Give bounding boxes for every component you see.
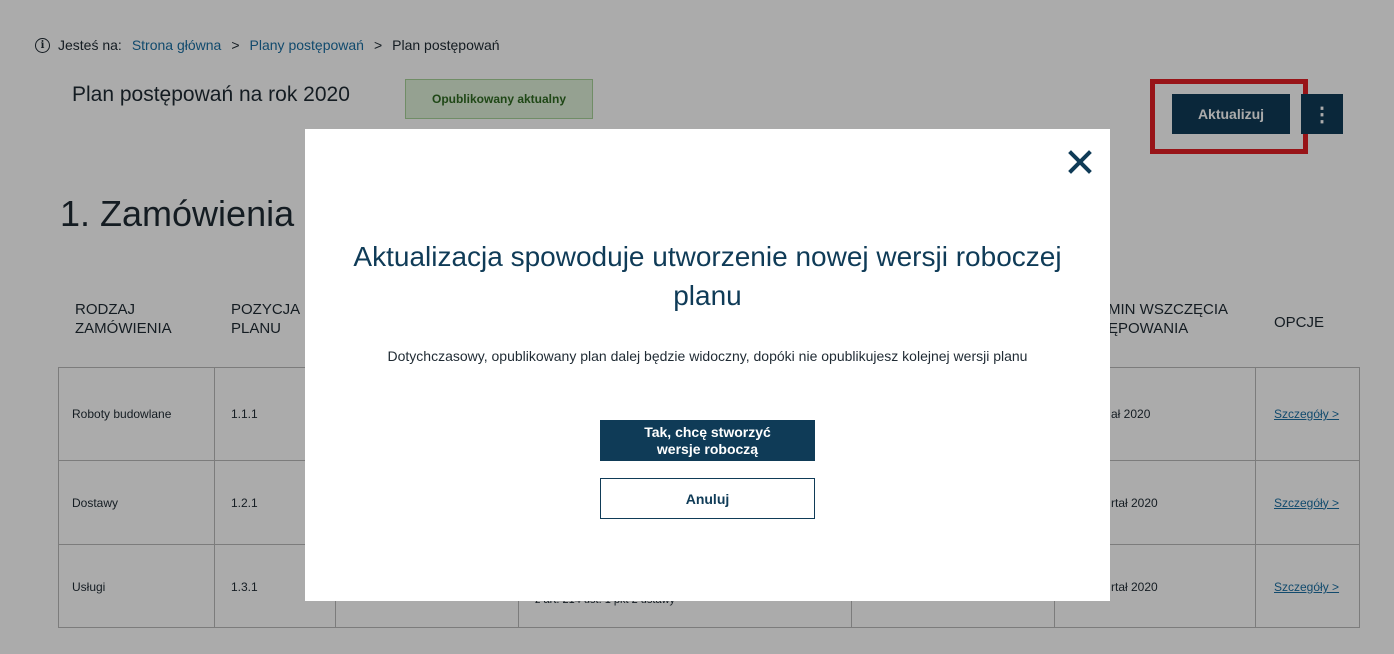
confirm-create-draft-button[interactable]: Tak, chcę stworzyć wersje roboczą [600, 420, 815, 461]
cancel-button[interactable]: Anuluj [600, 478, 815, 519]
close-icon[interactable] [1065, 147, 1095, 177]
dialog-message: Dotychczasowy, opublikowany plan dalej b… [387, 348, 1028, 364]
update-confirm-dialog: Aktualizacja spowoduje utworzenie nowej … [305, 129, 1110, 601]
confirm-button-label: Tak, chcę stworzyć wersje roboczą [644, 423, 771, 457]
dialog-title: Aktualizacja spowoduje utworzenie nowej … [353, 241, 1062, 311]
